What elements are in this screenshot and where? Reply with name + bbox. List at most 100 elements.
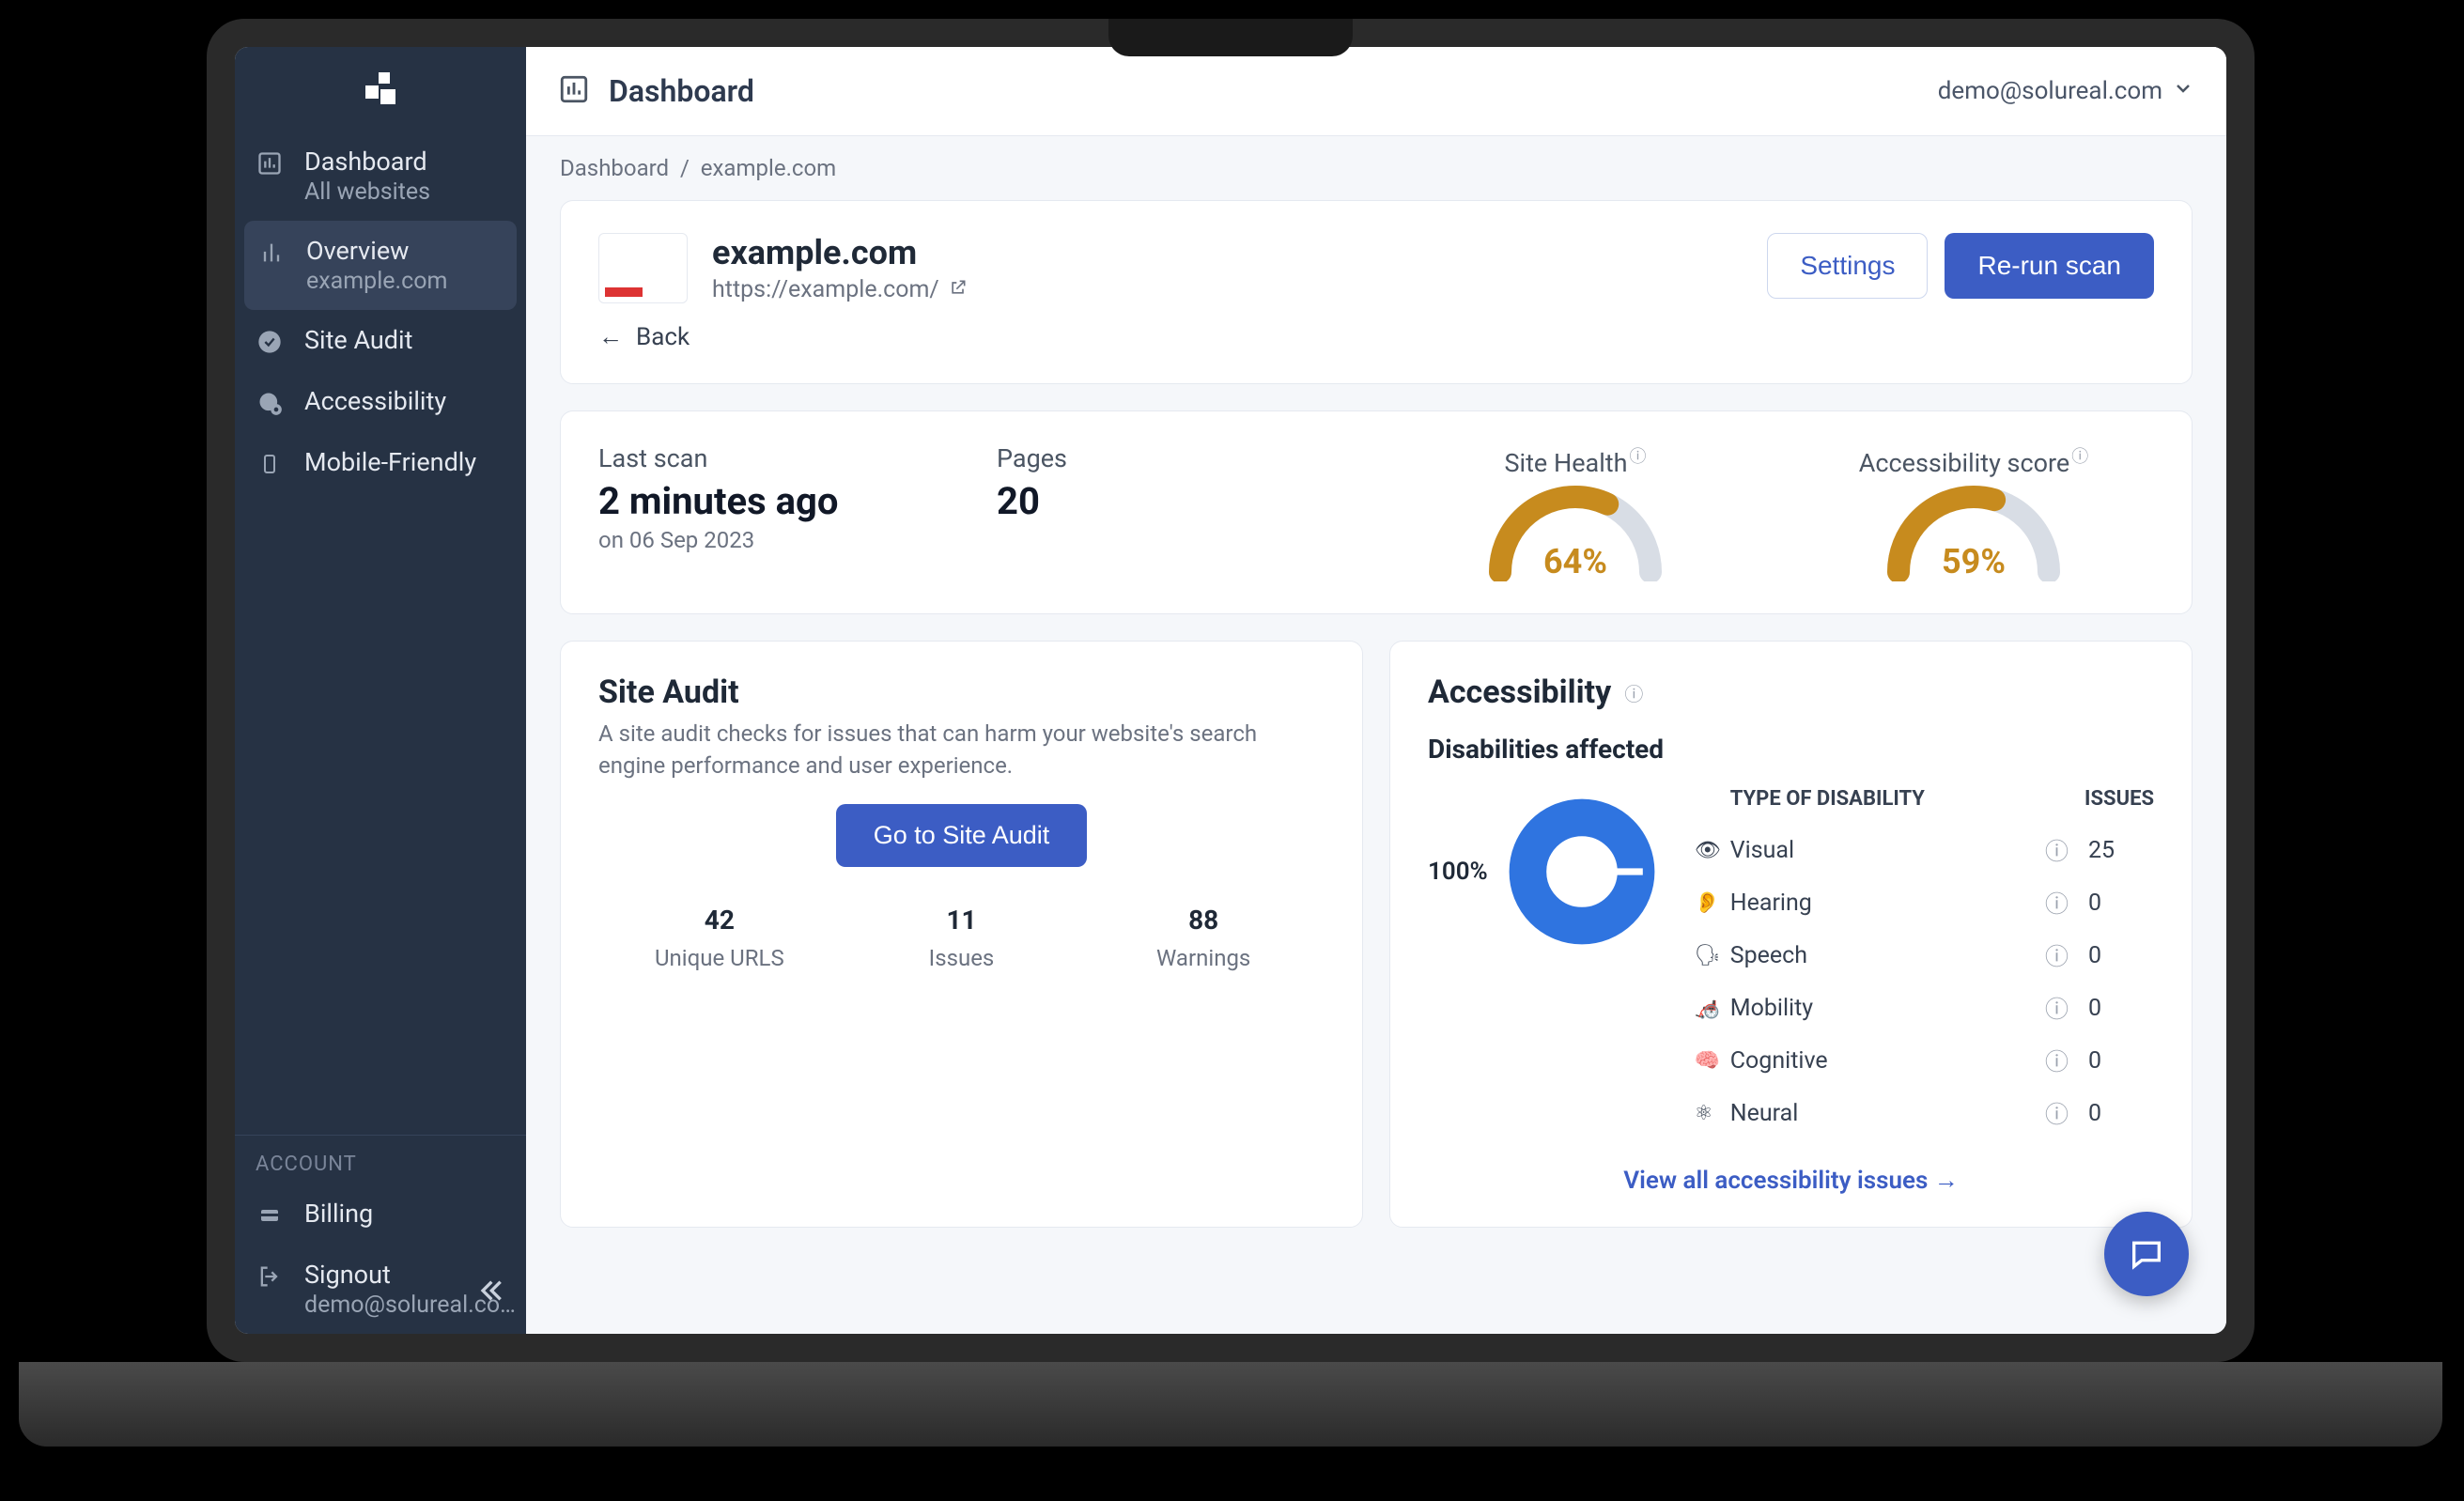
breadcrumb-root[interactable]: Dashboard xyxy=(560,155,669,181)
unique-urls-value: 42 xyxy=(598,905,841,936)
sidebar-item-site-audit[interactable]: Site Audit xyxy=(235,310,526,371)
last-scan-label: Last scan xyxy=(598,443,959,473)
external-link-icon[interactable] xyxy=(949,276,968,303)
sidebar-item-mobile[interactable]: Mobile-Friendly xyxy=(235,432,526,493)
accessibility-score-pct: 59% xyxy=(1875,542,2072,581)
sidebar-item-label: Overview xyxy=(306,236,447,266)
sidebar-item-overview[interactable]: Overview example.com xyxy=(244,221,517,310)
sidebar-item-label: Billing xyxy=(304,1199,373,1229)
sidebar-item-dashboard[interactable]: Dashboard All websites xyxy=(235,132,526,221)
sidebar-item-accessibility[interactable]: Accessibility xyxy=(235,371,526,432)
help-icon[interactable]: ⓘ xyxy=(1624,679,1643,706)
last-scan-date: on 06 Sep 2023 xyxy=(598,527,959,553)
disability-name: Hearing xyxy=(1730,890,2045,917)
help-icon[interactable]: ⓘ xyxy=(2071,447,2088,467)
help-icon[interactable]: ⓘ xyxy=(2045,886,2088,920)
disability-icon: 👁 xyxy=(1695,839,1730,862)
rerun-scan-button[interactable]: Re-run scan xyxy=(1945,233,2154,299)
disability-name: Mobility xyxy=(1730,995,2045,1022)
pages-label: Pages xyxy=(997,443,1357,473)
topbar: Dashboard demo@solureal.com xyxy=(526,47,2226,136)
breadcrumb-current: example.com xyxy=(701,155,836,181)
sidebar-item-sublabel: example.com xyxy=(306,268,447,295)
user-email: demo@solureal.com xyxy=(1938,77,2162,105)
settings-button[interactable]: Settings xyxy=(1767,233,1928,299)
check-circle-icon xyxy=(256,328,284,356)
disability-row: 👁Visualⓘ25 xyxy=(1695,824,2154,876)
disability-table: TYPE OF DISABILITY ISSUES 👁Visualⓘ25👂Hea… xyxy=(1695,787,2154,1139)
arrow-right-icon: → xyxy=(1934,1167,1959,1195)
bars-icon xyxy=(257,239,286,267)
accessibility-gauge: 59% xyxy=(1875,478,2072,581)
disability-name: Cognitive xyxy=(1730,1047,2045,1075)
stats-card: Last scan 2 minutes ago on 06 Sep 2023 P… xyxy=(560,410,2193,614)
dashboard-icon xyxy=(558,73,590,109)
help-icon[interactable]: ⓘ xyxy=(2045,1096,2088,1130)
disability-icon: ⚛ xyxy=(1695,1102,1730,1125)
disability-name: Speech xyxy=(1730,942,2045,969)
site-audit-title: Site Audit xyxy=(598,673,1325,711)
issues-label: Issues xyxy=(841,945,1083,971)
help-icon[interactable]: ⓘ xyxy=(2045,938,2088,972)
help-icon[interactable]: ⓘ xyxy=(2045,1044,2088,1077)
disability-issue-count: 25 xyxy=(2088,837,2154,864)
site-audit-card: Site Audit A site audit checks for issue… xyxy=(560,641,1363,1228)
site-header-card: example.com https://example.com/ Setting… xyxy=(560,200,2193,384)
issues-value: 11 xyxy=(841,905,1083,936)
table-header-issues: ISSUES xyxy=(2084,787,2154,811)
back-button[interactable]: ← Back xyxy=(598,322,2154,351)
dashboard-icon xyxy=(256,149,284,178)
sidebar-item-label: Dashboard xyxy=(304,147,430,177)
donut-percent: 100% xyxy=(1428,858,1488,886)
arrow-left-icon: ← xyxy=(598,322,623,351)
last-scan-value: 2 minutes ago xyxy=(598,479,959,523)
disabilities-subtitle: Disabilities affected xyxy=(1428,734,2154,765)
disabilities-donut-chart xyxy=(1497,787,1666,956)
disability-row: 👂Hearingⓘ0 xyxy=(1695,876,2154,929)
unique-urls-label: Unique URLS xyxy=(598,945,841,971)
disability-row: 🗣Speechⓘ0 xyxy=(1695,929,2154,982)
breadcrumb: Dashboard / example.com xyxy=(526,136,2226,200)
pages-value: 20 xyxy=(997,479,1357,523)
disability-icon: 🗣 xyxy=(1695,944,1730,967)
phone-icon xyxy=(256,450,284,478)
help-icon[interactable]: ⓘ xyxy=(1629,447,1646,467)
disability-issue-count: 0 xyxy=(2088,942,2154,969)
disability-row: 🧠Cognitiveⓘ0 xyxy=(1695,1034,2154,1087)
globe-gear-icon xyxy=(256,389,284,417)
page-title: Dashboard xyxy=(609,73,754,109)
app-logo xyxy=(235,47,526,132)
help-icon[interactable]: ⓘ xyxy=(2045,833,2088,867)
disability-issue-count: 0 xyxy=(2088,890,2154,917)
table-header-type: TYPE OF DISABILITY xyxy=(1730,787,2041,811)
view-all-accessibility-link[interactable]: View all accessibility issues → xyxy=(1428,1166,2154,1195)
site-name: example.com xyxy=(712,233,968,272)
sidebar-item-label: Mobile-Friendly xyxy=(304,447,476,477)
site-health-pct: 64% xyxy=(1477,542,1674,581)
go-to-site-audit-button[interactable]: Go to Site Audit xyxy=(836,804,1088,867)
site-thumbnail xyxy=(598,233,688,303)
disability-issue-count: 0 xyxy=(2088,995,2154,1022)
accessibility-card: Accessibility ⓘ Disabilities affected 10… xyxy=(1389,641,2193,1228)
disability-row: 🦽Mobilityⓘ0 xyxy=(1695,982,2154,1034)
disability-issue-count: 0 xyxy=(2088,1047,2154,1075)
disability-icon: 🧠 xyxy=(1695,1049,1730,1073)
disability-row: ⚛Neuralⓘ0 xyxy=(1695,1087,2154,1139)
site-health-gauge: 64% xyxy=(1477,478,1674,581)
user-menu[interactable]: demo@solureal.com xyxy=(1938,77,2194,106)
accessibility-score-label: Accessibility score xyxy=(1859,448,2069,478)
sidebar: Dashboard All websites Overview example.… xyxy=(235,47,526,1334)
disability-icon: 🦽 xyxy=(1695,997,1730,1020)
warnings-label: Warnings xyxy=(1082,945,1325,971)
site-health-label: Site Health xyxy=(1505,448,1628,478)
sidebar-item-billing[interactable]: Billing xyxy=(235,1184,526,1245)
chevron-down-icon xyxy=(2172,77,2194,106)
sidebar-item-label: Accessibility xyxy=(304,386,446,416)
main-content: Dashboard demo@solureal.com Dashboard / … xyxy=(526,47,2226,1334)
chat-fab[interactable] xyxy=(2104,1212,2189,1296)
collapse-sidebar-button[interactable] xyxy=(475,1276,505,1313)
warnings-value: 88 xyxy=(1082,905,1325,936)
help-icon[interactable]: ⓘ xyxy=(2045,991,2088,1025)
disability-icon: 👂 xyxy=(1695,891,1730,915)
credit-card-icon xyxy=(256,1201,284,1230)
